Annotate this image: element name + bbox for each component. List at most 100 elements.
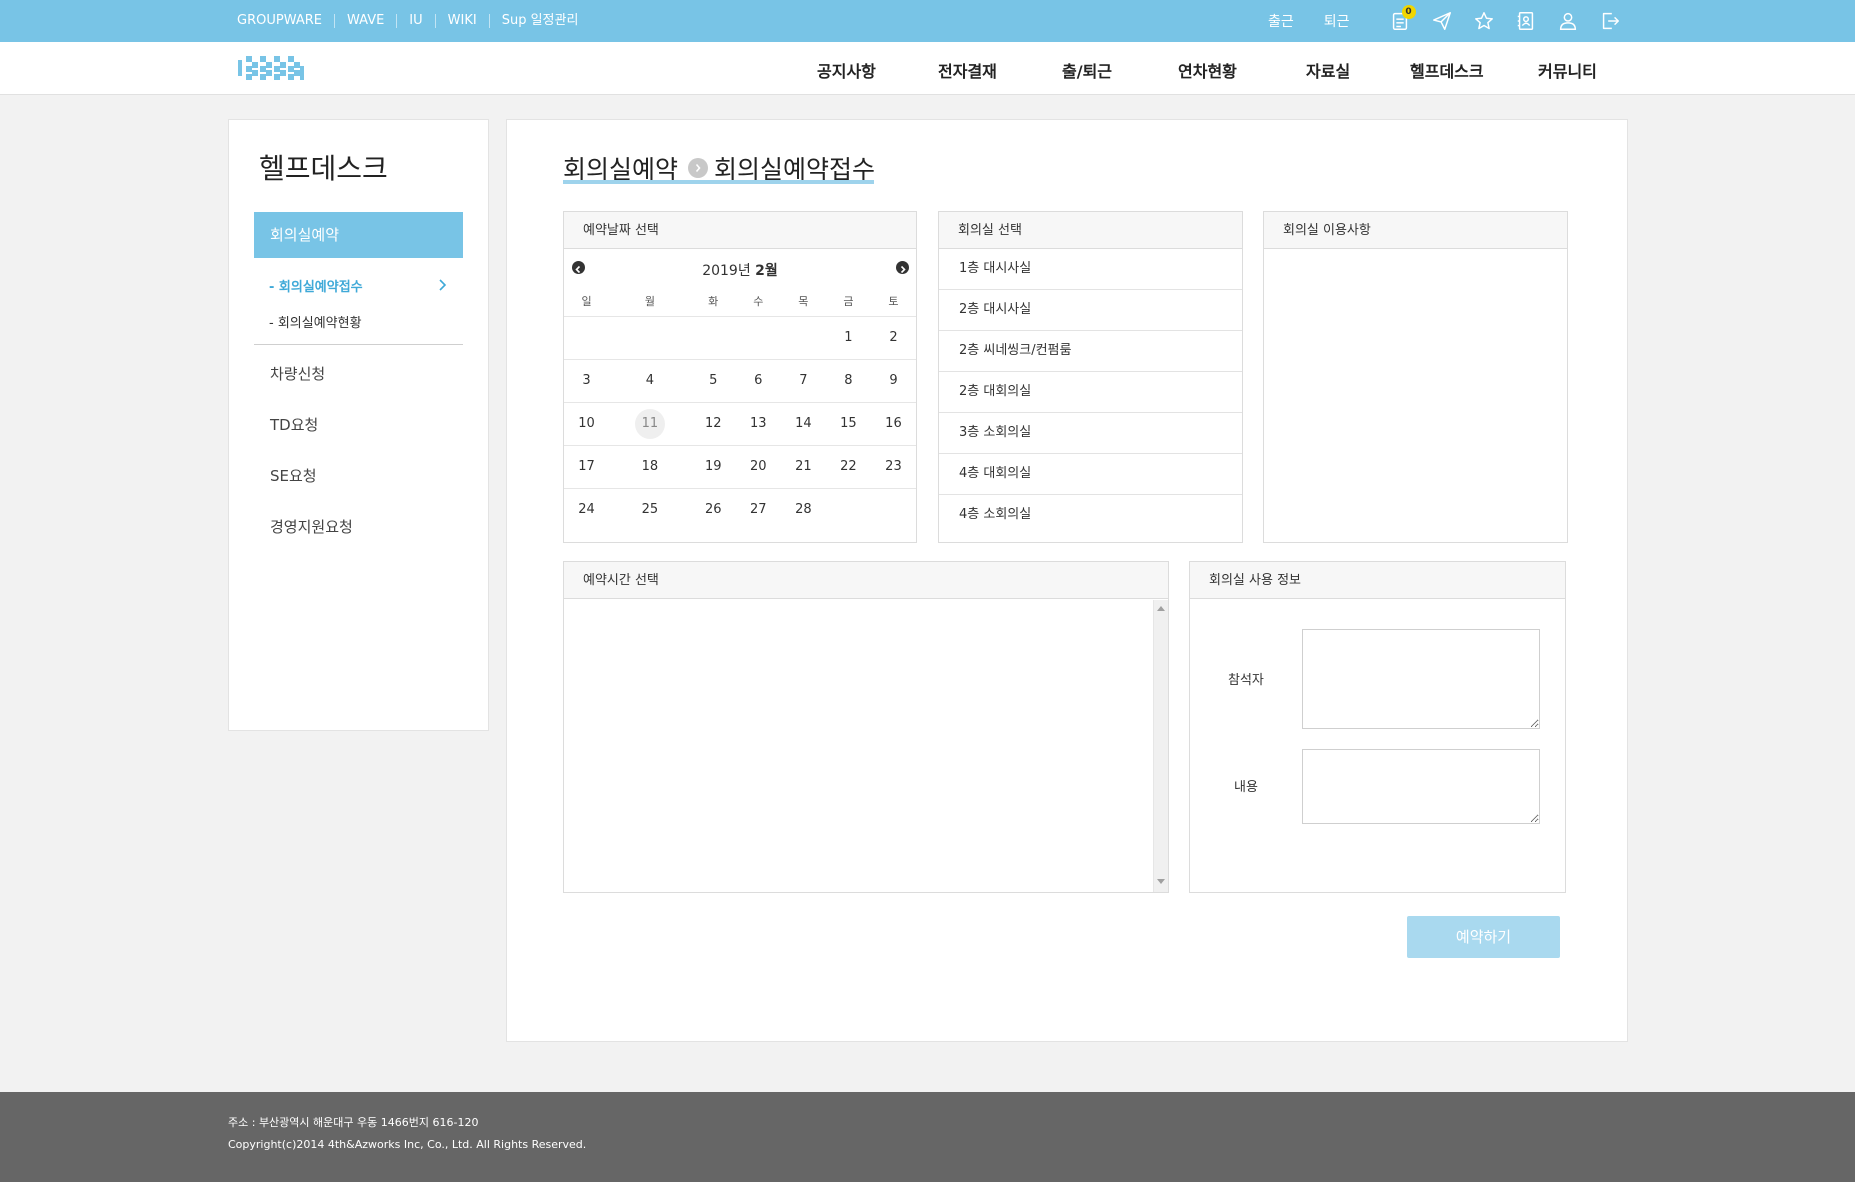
room-item[interactable]: 4층 소회의실 (939, 495, 1242, 536)
calendar-day[interactable]: 1 (825, 316, 871, 360)
calendar-day-number: 3 (582, 373, 591, 388)
calendar-day[interactable]: 11 (609, 402, 691, 446)
usage-info-title: 회의실 사용 정보 (1190, 562, 1565, 599)
title-underline (563, 180, 874, 184)
calendar-empty-cell (690, 316, 736, 360)
attendee-label: 참석자 (1228, 673, 1264, 688)
calendar-day[interactable]: 8 (825, 359, 871, 403)
top-link-sup-schedule[interactable]: Sup 일정관리 (488, 14, 591, 28)
star-icon[interactable] (1472, 9, 1496, 33)
calendar-day[interactable]: 14 (780, 402, 826, 446)
nav-leave-status[interactable]: 연차현황 (1178, 58, 1237, 82)
calendar-week-row: 10 11 12 13 14 15 16 (564, 402, 916, 446)
calendar-day[interactable]: 17 (564, 445, 610, 489)
room-item[interactable]: 4층 대회의실 (939, 454, 1242, 495)
calendar-empty-cell (871, 488, 916, 531)
calendar-day[interactable]: 18 (609, 445, 691, 489)
clipboard-icon[interactable]: 0 (1388, 5, 1416, 33)
user-icon[interactable] (1556, 9, 1580, 33)
calendar-day[interactable]: 7 (780, 359, 826, 403)
sidebar-subitem-reservation-request[interactable]: - 회의실예약접수 (269, 276, 363, 295)
calendar-day[interactable]: 9 (870, 359, 916, 403)
calendar-day-number: 5 (709, 373, 718, 388)
sidebar-item-se-request[interactable]: SE요청 (270, 465, 317, 486)
scroll-up-icon[interactable] (1157, 606, 1165, 611)
sidebar-item-vehicle[interactable]: 차량신청 (270, 363, 325, 384)
calendar-day[interactable]: 6 (735, 359, 781, 403)
calendar-day[interactable]: 2 (870, 316, 916, 360)
main-header: 공지사항 전자결재 출/퇴근 연차현황 자료실 헬프데스크 커뮤니티 (0, 42, 1855, 95)
nav-approval[interactable]: 전자결재 (938, 58, 997, 82)
calendar-day[interactable]: 26 (691, 488, 736, 531)
nav-helpdesk[interactable]: 헬프데스크 (1410, 58, 1484, 82)
top-link-iu[interactable]: IU (396, 14, 434, 28)
contacts-icon[interactable] (1514, 9, 1538, 33)
room-item[interactable]: 3층 소회의실 (939, 413, 1242, 454)
scroll-down-icon[interactable] (1157, 879, 1165, 884)
calendar-day-number: 25 (641, 502, 659, 518)
calendar-day[interactable]: 22 (825, 445, 871, 489)
calendar-day[interactable]: 19 (690, 445, 736, 489)
reserve-button[interactable]: 예약하기 (1407, 916, 1560, 958)
calendar-day[interactable]: 5 (690, 359, 736, 403)
sidebar-item-td-request[interactable]: TD요청 (270, 414, 318, 435)
calendar-day[interactable]: 16 (870, 402, 916, 446)
calendar-day-number: 17 (578, 459, 595, 474)
nav-notice[interactable]: 공지사항 (817, 58, 876, 82)
calendar-day[interactable]: 15 (825, 402, 871, 446)
calendar-day[interactable]: 21 (780, 445, 826, 489)
calendar-month: 2월 (755, 263, 778, 279)
calendar-day-number: 19 (704, 459, 722, 474)
calendar-day[interactable]: 10 (564, 402, 610, 446)
calendar-day[interactable]: 24 (564, 488, 609, 531)
top-link-groupware[interactable]: GROUPWARE (237, 14, 334, 28)
sidebar-subitem-reservation-status[interactable]: - 회의실예약현황 (269, 312, 362, 331)
calendar-day[interactable]: 25 (609, 488, 691, 531)
calendar-day[interactable]: 3 (564, 359, 610, 403)
room-panel-title: 회의실 선택 (939, 212, 1242, 249)
room-item[interactable]: 2층 대시사실 (939, 290, 1242, 331)
calendar-day[interactable]: 13 (735, 402, 781, 446)
calendar-day[interactable]: 12 (690, 402, 736, 446)
checkout-button[interactable]: 퇴근 (1324, 11, 1350, 31)
calendar-week-row: 12 (564, 316, 916, 360)
global-nav: 공지사항 전자결재 출/퇴근 연차현황 자료실 헬프데스크 커뮤니티 (0, 42, 1855, 95)
chevron-right-icon (439, 279, 447, 291)
calendar-day-number: 4 (645, 373, 655, 388)
calendar-day-number: 6 (754, 373, 763, 388)
top-link-wave[interactable]: WAVE (333, 14, 396, 28)
send-icon[interactable] (1430, 9, 1454, 33)
nav-attendance[interactable]: 출/퇴근 (1062, 58, 1112, 82)
room-panel: 회의실 선택 1층 대시사실 2층 대시사실 2층 씨네씽크/컨펌룸 2층 대회… (938, 211, 1243, 543)
calendar-day[interactable]: 28 (781, 488, 826, 531)
top-link-wiki[interactable]: WIKI (434, 14, 489, 28)
main-content: 회의실예약 회의실예약접수 예약날짜 선택 2019년 2월 일 월 화 수 목… (506, 119, 1628, 1042)
calendar-day[interactable]: 4 (609, 359, 691, 403)
content-label: 내용 (1234, 780, 1258, 795)
checkin-button[interactable]: 출근 (1268, 11, 1294, 31)
calendar-week-row: 3 4 5 6 7 8 9 (564, 359, 916, 403)
sidebar-item-room-reservation[interactable]: 회의실예약 (254, 212, 463, 258)
time-scrollbar[interactable] (1153, 600, 1168, 892)
calendar-day-number: 8 (844, 373, 853, 388)
content-field[interactable] (1302, 749, 1540, 824)
weekday-row: 일 월 화 수 목 금 토 (564, 286, 916, 317)
calendar-day[interactable]: 23 (870, 445, 916, 489)
calendar-today: 11 (634, 408, 665, 439)
top-links: GROUPWARE WAVE IU WIKI Sup 일정관리 (237, 0, 590, 42)
usage-info-panel: 회의실 사용 정보 참석자 내용 (1189, 561, 1566, 893)
calendar-empty-cell (735, 316, 781, 360)
calendar-day-number: 2 (889, 330, 898, 345)
next-month-button[interactable] (896, 261, 909, 274)
room-item[interactable]: 2층 대회의실 (939, 372, 1242, 413)
sidebar-item-management-support[interactable]: 경영지원요청 (270, 516, 353, 537)
weekday-sun: 일 (564, 286, 610, 317)
calendar-day[interactable]: 20 (735, 445, 781, 489)
nav-archive[interactable]: 자료실 (1306, 58, 1350, 82)
calendar-day[interactable]: 27 (736, 488, 781, 531)
nav-community[interactable]: 커뮤니티 (1538, 58, 1597, 82)
room-item[interactable]: 2층 씨네씽크/컨펌룸 (939, 331, 1242, 372)
room-item[interactable]: 1층 대시사실 (939, 249, 1242, 290)
attendee-field[interactable] (1302, 629, 1540, 729)
logout-icon[interactable] (1598, 9, 1622, 33)
